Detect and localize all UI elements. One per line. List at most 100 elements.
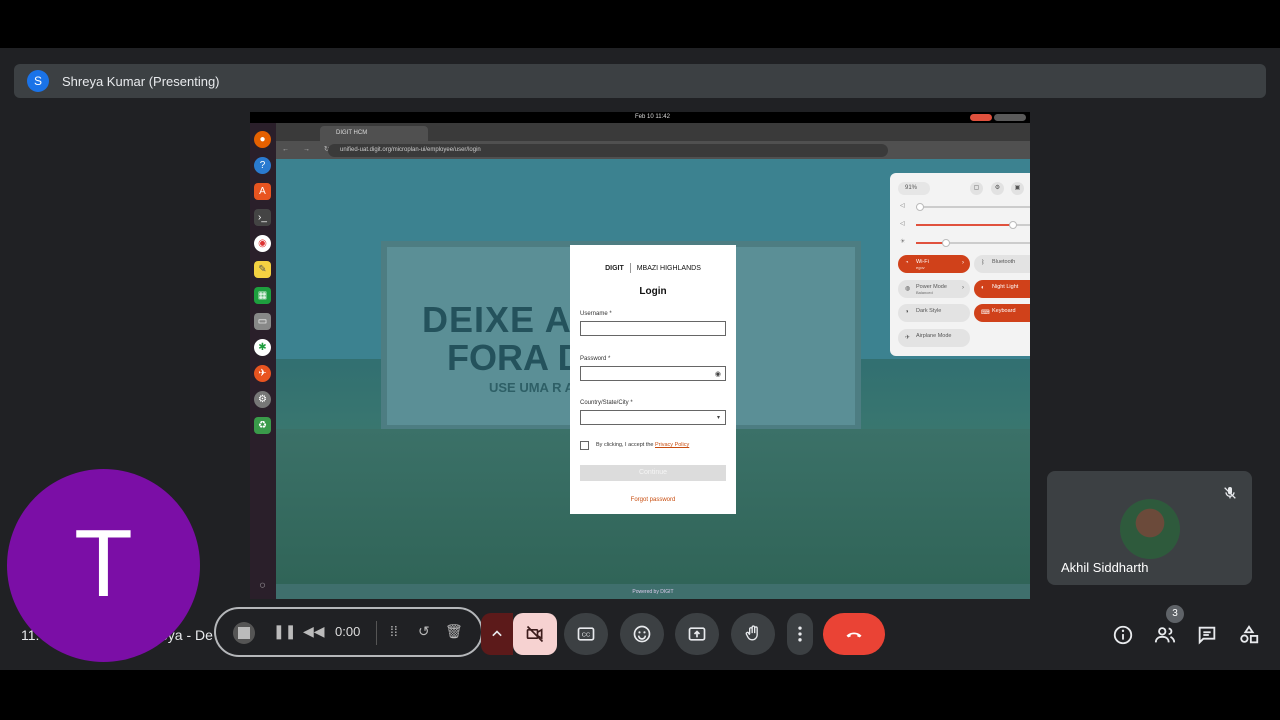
stop-recording-button[interactable] <box>233 622 255 644</box>
username-field[interactable] <box>580 321 726 336</box>
login-title: Login <box>639 286 667 297</box>
restart-icon[interactable]: ↺ <box>418 623 430 640</box>
volume-knob[interactable] <box>1008 221 1017 229</box>
participant-tile[interactable]: Akhil Siddharth <box>1047 471 1252 585</box>
recorder-divider <box>376 621 377 645</box>
more-vert-icon <box>798 626 802 642</box>
raise-hand-button[interactable] <box>731 613 775 655</box>
speaker-icon: ◁ <box>900 203 905 209</box>
recording-timer: 0:00 <box>335 624 361 639</box>
privacy-policy-link[interactable]: Privacy Policy <box>655 442 689 448</box>
location-label: Country/State/City * <box>580 400 633 406</box>
lock-icon[interactable]: ▣ <box>1011 182 1024 195</box>
browser-tab[interactable]: DIGIT HCM <box>320 126 428 141</box>
chevron-up-icon <box>492 630 502 637</box>
bluetooth-icon: ᛒ <box>981 260 985 266</box>
activities-icon[interactable] <box>1238 624 1260 646</box>
delete-icon[interactable]: 🗑 <box>445 623 463 640</box>
captions-icon: CC <box>577 627 595 641</box>
help-icon[interactable]: ? <box>254 157 271 174</box>
camera-off-icon <box>526 625 544 643</box>
bluetooth-label: Bluetooth <box>992 259 1016 265</box>
brightness-slider[interactable] <box>916 239 1030 247</box>
camera-options-button[interactable] <box>481 613 513 655</box>
camera-toggle-button[interactable] <box>513 613 557 655</box>
spreadsheet-icon[interactable]: ▦ <box>254 287 271 304</box>
settings-gear-icon[interactable]: ⚙ <box>991 182 1004 195</box>
night-light-icon: ◐ <box>981 285 985 291</box>
hang-up-icon <box>846 632 862 638</box>
more-options-button[interactable] <box>787 613 813 655</box>
wifi-tile[interactable]: ◔ Wi-Fi egov › <box>898 255 970 273</box>
presenter-avatar: S <box>27 70 49 92</box>
participant-avatar <box>1120 499 1180 559</box>
screenshot-icon[interactable]: ▢ <box>970 182 983 195</box>
files-icon[interactable]: ▭ <box>254 313 271 330</box>
address-bar[interactable]: unified-uat.digit.org/microplan-ui/emplo… <box>328 144 888 157</box>
captions-button[interactable]: CC <box>564 613 608 655</box>
present-button[interactable] <box>675 613 719 655</box>
chevron-right-icon[interactable]: › <box>962 260 964 266</box>
tray-status-icons <box>994 114 1026 121</box>
chevron-right-icon[interactable]: › <box>962 285 964 291</box>
presenter-bar: S Shreya Kumar (Presenting) <box>14 64 1266 98</box>
airplane-icon: ✈ <box>905 335 911 341</box>
meet-window: S Shreya Kumar (Presenting) Feb 10 11:42… <box>0 48 1280 670</box>
reactions-button[interactable] <box>620 613 664 655</box>
hand-icon <box>745 625 758 641</box>
present-screen-icon <box>688 627 706 641</box>
output-volume-knob[interactable] <box>916 203 924 211</box>
power-mode-icon: ◍ <box>905 286 911 292</box>
postman-icon[interactable]: ✈ <box>254 365 271 382</box>
volume-fill <box>916 224 1013 226</box>
volume-slider[interactable] <box>916 221 1030 229</box>
forgot-password-link[interactable]: Forgot password <box>570 497 736 503</box>
bluetooth-tile[interactable]: ᛒ Bluetooth › <box>974 255 1030 273</box>
location-dropdown[interactable]: ▾ <box>580 410 726 425</box>
browser-tab-title: DIGIT HCM <box>336 130 368 136</box>
presenter-name: Shreya Kumar (Presenting) <box>62 73 220 89</box>
pause-icon[interactable]: ❚❚ <box>273 623 296 640</box>
password-field[interactable]: ◉ <box>580 366 726 381</box>
login-page: DEIXE ARIA FORA DE. USE UMA R ADA. Power… <box>276 159 1030 599</box>
browser-toolbar: ← → ↻ unified-uat.digit.org/microplan-ui… <box>276 141 1030 159</box>
brightness-knob[interactable] <box>942 239 951 247</box>
screen-recorder-bar: ❚❚ ◀◀ 0:00 ⁞⁞ ↺ 🗑 <box>214 607 483 657</box>
people-icon[interactable] <box>1154 624 1176 646</box>
show-password-icon[interactable]: ◉ <box>715 370 721 378</box>
airplane-mode-label: Airplane Mode <box>916 333 952 339</box>
privacy-checkbox[interactable] <box>580 441 589 450</box>
app-center-icon[interactable]: A <box>254 183 271 200</box>
privacy-accept-text: By clicking, I accept the <box>596 442 654 448</box>
night-light-label: Night Light <box>992 284 1019 290</box>
keyboard-tile[interactable]: ⌨ Keyboard › <box>974 304 1030 322</box>
participant-name: Akhil Siddharth <box>1061 560 1149 575</box>
settings-icon[interactable]: ⚙ <box>254 391 271 408</box>
night-light-tile[interactable]: ◐ Night Light <box>974 280 1030 298</box>
airplane-mode-tile[interactable]: ✈ Airplane Mode <box>898 329 970 347</box>
firefox-icon[interactable]: ● <box>254 131 271 148</box>
output-volume-slider[interactable] <box>916 203 1030 211</box>
battery-level: 91% <box>905 185 918 191</box>
tray-recording-indicator <box>970 114 992 121</box>
chat-icon[interactable] <box>1196 624 1218 646</box>
apps-grid-icon[interactable]: ◌ <box>254 577 271 594</box>
power-mode-tile[interactable]: ◍ Power Mode Balanced › <box>898 280 970 298</box>
rewind-icon[interactable]: ◀◀ <box>303 623 325 640</box>
people-count-badge: 3 <box>1166 605 1184 623</box>
text-editor-icon[interactable]: ✎ <box>254 261 271 278</box>
slack-icon[interactable]: ✱ <box>254 339 271 356</box>
grid-icon[interactable]: ⁞⁞ <box>390 623 398 639</box>
dark-style-tile[interactable]: ◑ Dark Style <box>898 304 970 322</box>
login-card: DIGIT MBAZI HIGHLANDS Login Username * P… <box>570 245 736 514</box>
terminal-icon[interactable]: ›_ <box>254 209 271 226</box>
continue-button[interactable]: Continue <box>580 465 726 481</box>
leave-call-button[interactable] <box>823 613 885 655</box>
chrome-icon[interactable]: ◉ <box>254 235 271 252</box>
keyboard-label: Keyboard <box>992 308 1016 314</box>
trash-icon[interactable]: ♻ <box>254 417 271 434</box>
digit-logo: DIGIT <box>605 264 624 272</box>
mic-off-icon <box>1224 487 1236 499</box>
meeting-details-icon[interactable] <box>1112 624 1134 646</box>
desktop-clock: Feb 10 11:42 <box>635 114 670 120</box>
